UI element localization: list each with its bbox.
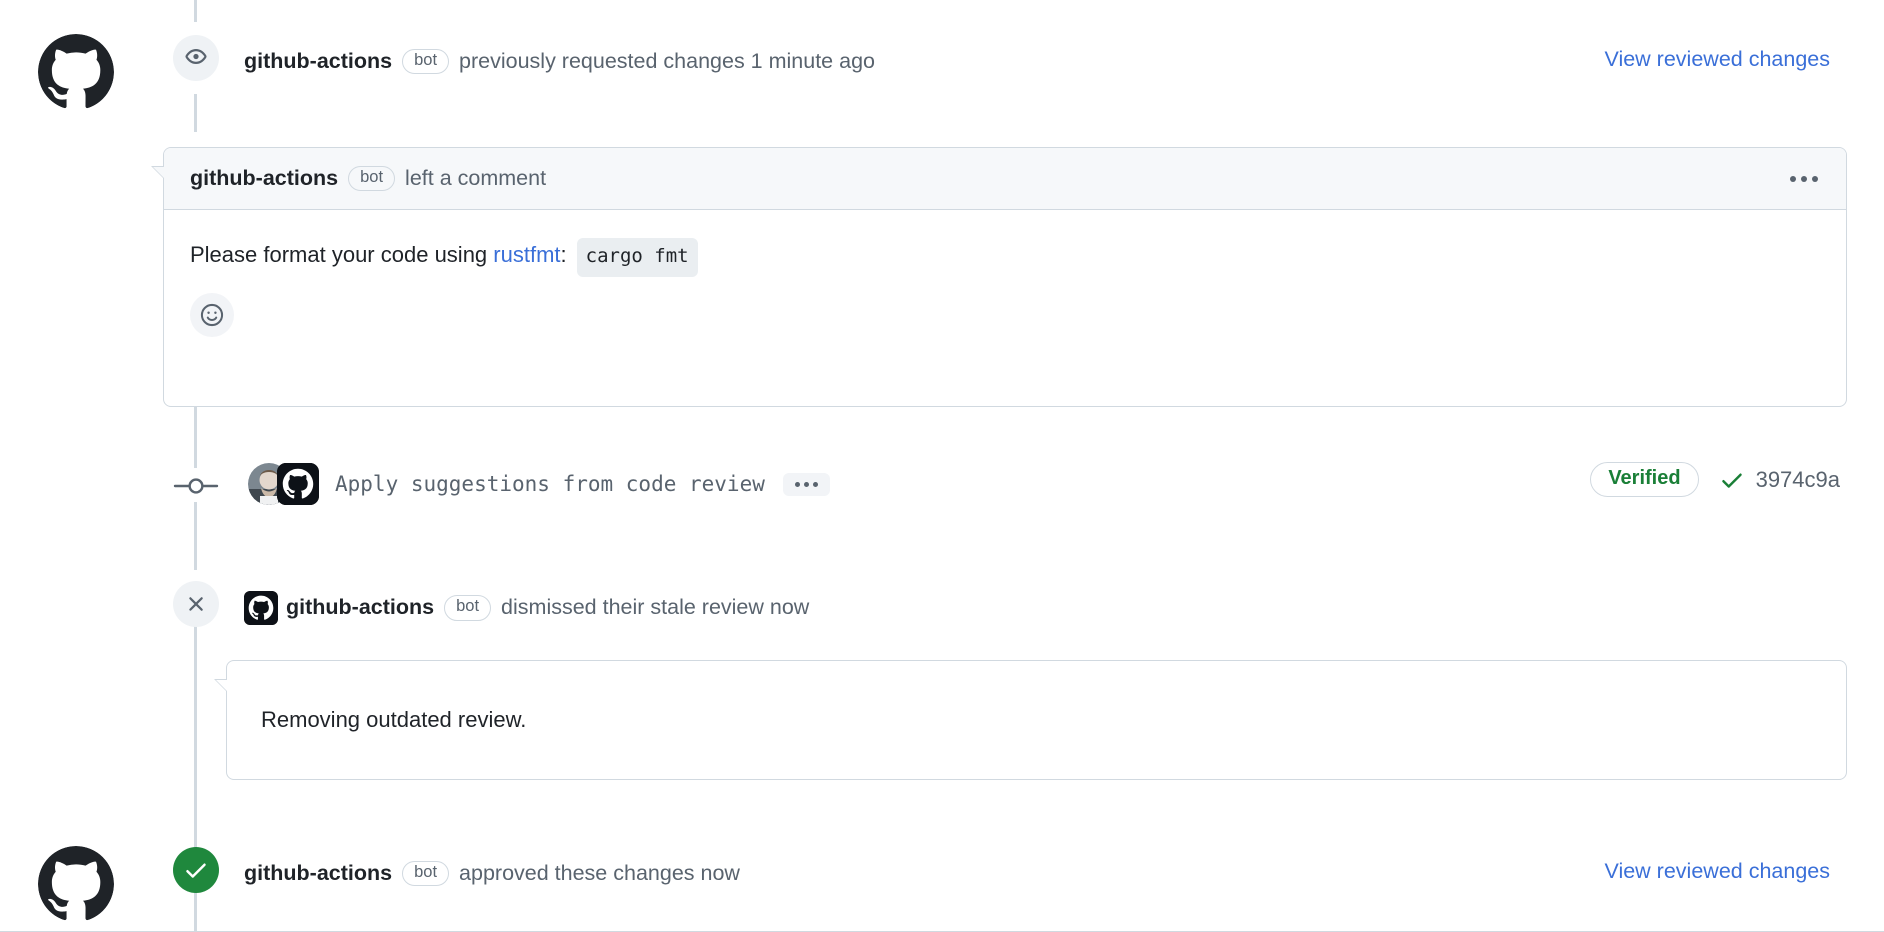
timeline-rail-top — [194, 0, 197, 22]
eye-icon — [185, 49, 207, 64]
commit-node-icon — [173, 474, 219, 498]
event-actor[interactable]: github-actions — [244, 859, 392, 888]
commit-row: Apply suggestions from code review — [248, 463, 830, 505]
commit-meta: Verified 3974c9a — [1590, 462, 1840, 497]
view-reviewed-changes-link-1[interactable]: View reviewed changes — [1605, 47, 1831, 72]
avatar-github-actions-small[interactable] — [244, 591, 278, 625]
avatar-github-actions-top[interactable] — [38, 34, 114, 110]
avatar-commit-committer[interactable] — [277, 463, 319, 505]
check-icon — [186, 863, 206, 878]
avatar-github-actions-bottom[interactable] — [38, 846, 114, 922]
event-actor[interactable]: github-actions — [244, 47, 392, 76]
event-actor[interactable]: github-actions — [286, 593, 434, 622]
commit-avatar-stack — [248, 463, 319, 505]
event-dismissed-review-text: github-actions bot dismissed their stale… — [244, 591, 809, 625]
event-action: dismissed their stale review now — [501, 595, 810, 620]
rustfmt-link[interactable]: rustfmt — [493, 238, 560, 271]
dismissal-note-text: Removing outdated review. — [261, 707, 527, 732]
smiley-reaction-icon[interactable] — [190, 292, 234, 337]
event-icon-dismissed-review[interactable] — [173, 581, 219, 627]
timeline-rail-2 — [194, 406, 197, 468]
timeline-rail-3 — [194, 502, 197, 570]
event-icon-requested-changes[interactable] — [173, 35, 219, 81]
check-mark-icon — [1719, 467, 1745, 493]
reaction-bar — [164, 277, 1846, 359]
comment-actor[interactable]: github-actions — [190, 166, 338, 191]
check-glyph-icon — [1721, 473, 1742, 488]
pr-timeline: github-actions bot previously requested … — [0, 0, 1884, 932]
bot-badge: bot — [348, 165, 396, 192]
comment-header-action: left a comment — [405, 166, 547, 190]
event-action: approved these changes now — [459, 861, 740, 885]
commit-sha-group[interactable]: 3974c9a — [1719, 467, 1840, 493]
comment-body-prefix: Please format your code using — [190, 242, 494, 267]
code-chip-cargo-fmt: cargo fmt — [576, 238, 698, 277]
commit-sha[interactable]: 3974c9a — [1756, 467, 1840, 493]
dismissal-note-card: Removing outdated review. — [214, 660, 1847, 780]
verified-badge[interactable]: Verified — [1590, 462, 1699, 497]
view-reviewed-changes-link-2[interactable]: View reviewed changes — [1605, 859, 1831, 884]
event-approved-changes-text: github-actions bot approved these change… — [244, 859, 740, 888]
commit-dot-icon — [173, 478, 219, 494]
note-caret-fill — [216, 680, 228, 692]
timeline-rail-5 — [194, 888, 197, 932]
timeline-rail-4 — [194, 626, 197, 862]
github-logo-icon — [38, 846, 114, 921]
commit-kebab-menu-icon[interactable] — [782, 472, 830, 496]
comment-header: github-actions bot left a comment — [164, 148, 1846, 210]
smiley-glyph-icon — [200, 303, 224, 326]
event-action: previously requested changes 1 minute ag… — [459, 49, 875, 73]
x-icon — [189, 597, 203, 611]
comment-body-suffix: : — [560, 242, 567, 267]
review-comment-card: github-actions bot left a comment Please… — [151, 147, 1847, 407]
comment-body: Please format your code using rustfmt : … — [164, 210, 1846, 277]
event-icon-approved-changes[interactable] — [173, 847, 219, 893]
bot-badge: bot — [402, 860, 450, 887]
timeline-rail-1 — [194, 94, 197, 132]
github-logo-icon — [38, 34, 114, 109]
bot-badge: bot — [444, 595, 492, 621]
github-logo-icon — [244, 591, 278, 625]
github-logo-icon — [277, 463, 319, 505]
bot-badge: bot — [402, 48, 450, 75]
event-requested-changes-text: github-actions bot previously requested … — [244, 47, 875, 76]
kebab-menu-icon[interactable] — [1784, 168, 1824, 190]
commit-message[interactable]: Apply suggestions from code review — [335, 472, 765, 496]
